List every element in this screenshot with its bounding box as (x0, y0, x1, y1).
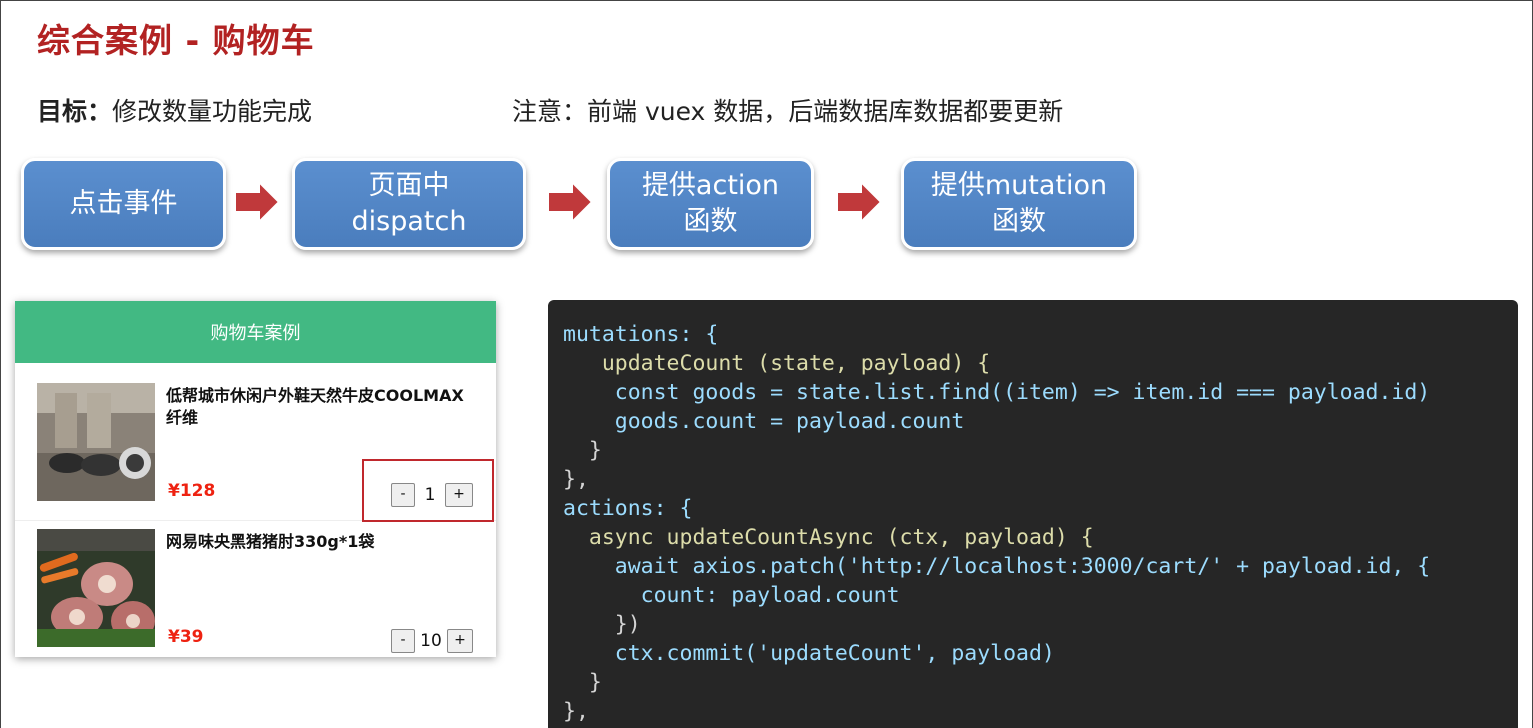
note-text: 注意：前端 vuex 数据，后端数据库数据都要更新 (512, 97, 1064, 126)
flow-step-click-event: 点击事件 (21, 158, 226, 250)
decrement-button[interactable]: - (391, 629, 415, 653)
code-block: mutations: { updateCount (state, payload… (548, 300, 1518, 728)
arrow-right-icon (234, 180, 281, 224)
stepper-highlight-box (362, 459, 494, 522)
code-line: }) (563, 612, 641, 637)
quantity-value: 10 (420, 631, 442, 651)
code-line: goods.count = payload.count (563, 409, 965, 434)
flow-step-label: 点击事件 (69, 188, 178, 219)
code-line: } (563, 670, 602, 695)
code-line: mutations: { (563, 322, 719, 347)
slide-title: 综合案例 - 购物车 (37, 21, 315, 60)
flow-step-action: 提供action 函数 (607, 158, 814, 250)
product-price: ¥39 (168, 627, 204, 647)
flow-step-label: 函数 (683, 206, 738, 237)
goal-label: 目标： (37, 97, 113, 126)
code-line: count: payload.count (563, 583, 900, 608)
code-line: await axios.patch('http://localhost:3000… (563, 554, 1431, 579)
code-line: ctx.commit('updateCount', payload) (563, 641, 1055, 666)
code-line: async updateCountAsync (ctx, payload) { (563, 525, 1094, 550)
code-line: }, (563, 467, 589, 492)
flow-step-label: 提供mutation (930, 170, 1108, 201)
arrow-right-icon (836, 180, 883, 224)
arrow-right-icon (547, 180, 594, 224)
flow-step-dispatch: 页面中 dispatch (292, 158, 526, 250)
flow-step-label: 页面中 (368, 170, 450, 201)
flow-step-label: 函数 (992, 206, 1046, 237)
quantity-stepper: - 10 + (391, 629, 473, 653)
flow-step-mutation: 提供mutation 函数 (901, 158, 1137, 250)
code-line: }, (563, 699, 589, 724)
product-price: ¥128 (168, 481, 216, 501)
product-name: 低帮城市休闲户外鞋天然牛皮COOLMAX纤维 (166, 386, 464, 427)
increment-button[interactable]: + (447, 629, 473, 653)
cart-header: 购物车案例 (15, 301, 496, 363)
flow-step-label: 提供action (641, 170, 780, 201)
product-name: 网易味央黑猪猪肘330g*1袋 (166, 532, 375, 551)
code-line: updateCount (state, payload) { (563, 351, 991, 376)
code-line: actions: { (563, 496, 693, 521)
code-line: const goods = state.list.find((item) => … (563, 380, 1431, 405)
product-image-pork (37, 529, 155, 647)
code-text: mutations: { updateCount (state, payload… (563, 320, 1518, 726)
flow-step-label: dispatch (351, 206, 467, 237)
goal-line: 目标：修改数量功能完成 (37, 92, 312, 128)
product-image-shoes (37, 383, 155, 501)
code-line: } (563, 438, 602, 463)
goal-text: 修改数量功能完成 (112, 97, 313, 126)
cart-item: 网易味央黑猪猪肘330g*1袋 ¥39 - 10 + (15, 529, 496, 657)
